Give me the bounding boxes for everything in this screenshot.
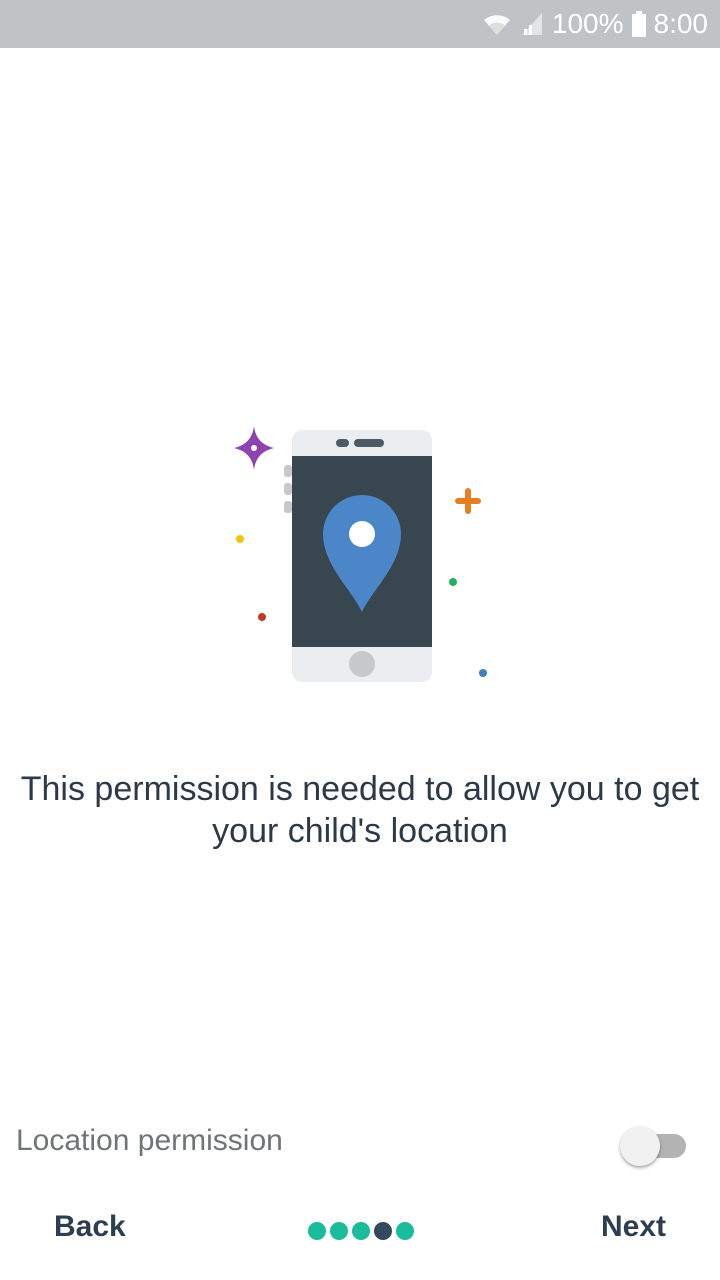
location-permission-label: Location permission xyxy=(16,1124,283,1157)
next-button[interactable]: Next xyxy=(601,1210,666,1244)
phone-location-illustration xyxy=(220,420,510,700)
phone-location-pin-icon xyxy=(234,426,487,682)
signal-icon xyxy=(521,13,542,35)
step-indicator xyxy=(308,1222,414,1240)
battery-icon xyxy=(631,11,646,37)
location-permission-toggle[interactable] xyxy=(620,1124,686,1166)
back-button[interactable]: Back xyxy=(54,1210,126,1244)
battery-percent: 100% xyxy=(551,8,624,39)
step-dot xyxy=(352,1222,370,1240)
toggle-thumb[interactable] xyxy=(620,1126,660,1166)
status-icons: 100% 8:00 xyxy=(482,0,708,48)
status-bar: 100% 8:00 xyxy=(0,0,720,48)
step-dot xyxy=(308,1222,326,1240)
step-dot xyxy=(396,1222,414,1240)
location-permission-row[interactable]: Location permission xyxy=(16,1118,704,1166)
onboarding-navigation: Back Next xyxy=(0,1200,720,1264)
step-dot-active xyxy=(374,1222,392,1240)
wifi-icon xyxy=(483,15,510,35)
step-dot xyxy=(330,1222,348,1240)
permission-explanation: This permission is needed to allow you t… xyxy=(20,770,700,850)
clock-time: 8:00 xyxy=(653,8,709,39)
